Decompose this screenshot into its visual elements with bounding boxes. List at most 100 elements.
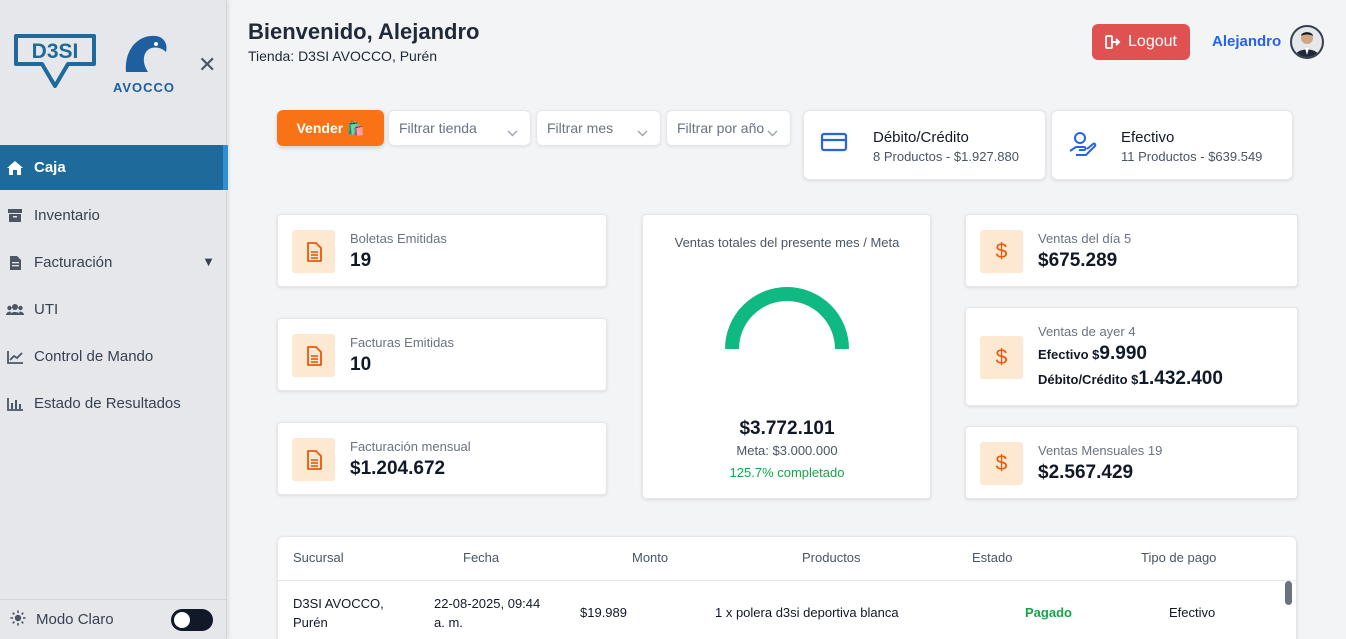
bar-chart-icon <box>6 395 24 413</box>
cell-sucursal-line2: Purén <box>293 615 328 630</box>
document-icon <box>292 334 335 377</box>
theme-mode-row: Modo Claro <box>0 599 227 639</box>
sidebar-item-label: Facturación <box>34 254 113 271</box>
logout-button[interactable]: Logout <box>1092 24 1190 60</box>
sidebar-item-control-de-mando[interactable]: Control de Mando <box>0 333 227 380</box>
cash-yesterday: Efectivo $9.990 <box>1038 343 1147 365</box>
stat-label: Facturas Emitidas <box>350 335 455 350</box>
close-icon[interactable]: ✕ <box>198 52 216 78</box>
column-header-monto[interactable]: Monto <box>632 550 668 565</box>
cash-summary: Efectivo 11 Productos - $639.549 <box>1051 110 1293 180</box>
sales-table: Sucursal Fecha Monto Productos Estado Ti… <box>277 536 1297 639</box>
document-icon <box>6 254 24 272</box>
debit-credit-summary: Débito/Crédito 8 Productos - $1.927.880 <box>803 110 1046 180</box>
cell-fecha: 22-08-2025, 09:44 a. m. <box>434 594 540 632</box>
sidebar-item-label: UTI <box>34 301 59 318</box>
dollar-symbol: $ <box>995 239 1008 263</box>
sidebar-item-inventario[interactable]: Inventario <box>0 192 227 239</box>
table-scrollbar[interactable] <box>1285 581 1292 605</box>
stat-value: 19 <box>350 250 372 271</box>
sidebar: D3SI AVOCCO ✕ Caja Inventario Facturació… <box>0 0 228 639</box>
column-header-sucursal[interactable]: Sucursal <box>293 550 344 565</box>
sidebar-item-label: Caja <box>34 159 66 176</box>
cell-estado-badge: Pagado <box>1025 605 1072 620</box>
debit-credit-title: Débito/Crédito <box>873 129 969 146</box>
chevron-down-icon <box>637 124 648 140</box>
gauge-title: Ventas totales del presente mes / Meta <box>674 235 900 250</box>
stat-label: Ventas de ayer 4 <box>1038 324 1136 339</box>
header-divider <box>278 580 1296 581</box>
logo-area: D3SI AVOCCO ✕ <box>12 30 217 100</box>
stat-value: $675.289 <box>1038 250 1118 271</box>
avatar[interactable] <box>1290 25 1324 59</box>
dollar-icon: $ <box>980 336 1023 379</box>
page-title: Bienvenido, Alejandro <box>248 19 480 44</box>
sidebar-item-label: Estado de Resultados <box>34 395 181 412</box>
ventas-mensuales-card: $ Ventas Mensuales 19 $2.567.429 <box>965 426 1298 499</box>
dollar-icon: $ <box>980 442 1023 485</box>
chevron-down-icon <box>767 124 778 140</box>
stat-value: 10 <box>350 354 372 375</box>
line-chart-icon <box>6 348 24 366</box>
ventas-dia-card: $ Ventas del día 5 $675.289 <box>965 214 1298 287</box>
stat-label: Boletas Emitidas <box>350 231 447 246</box>
caret-down-icon: ▼ <box>202 254 215 269</box>
dollar-symbol: $ <box>995 451 1008 475</box>
theme-toggle[interactable] <box>171 609 213 631</box>
gauge-arc <box>725 287 849 350</box>
sidebar-nav: Caja Inventario Facturación ▼ UTI Contro… <box>0 145 228 427</box>
credit-card-icon <box>820 131 848 158</box>
cash-yesterday-label: Efectivo $ <box>1038 347 1100 362</box>
column-header-fecha[interactable]: Fecha <box>463 550 499 565</box>
sidebar-item-label: Inventario <box>34 207 100 224</box>
card-yesterday: Débito/Crédito $1.432.400 <box>1038 368 1223 390</box>
mode-label: Modo Claro <box>36 611 114 628</box>
toggle-knob <box>174 612 190 628</box>
sidebar-item-facturacion[interactable]: Facturación ▼ <box>0 239 227 286</box>
monthly-goal-gauge-card: Ventas totales del presente mes / Meta $… <box>642 214 931 499</box>
card-yesterday-label: Débito/Crédito $ <box>1038 372 1139 387</box>
stat-label: Facturación mensual <box>350 439 471 454</box>
stat-value: $2.567.429 <box>1038 462 1134 483</box>
sign-out-icon <box>1105 35 1121 49</box>
avocco-logo: AVOCCO <box>104 30 184 100</box>
sidebar-item-label: Control de Mando <box>34 348 154 365</box>
stat-label: Ventas del día 5 <box>1038 231 1132 246</box>
cell-tipo-pago: Efectivo <box>1169 605 1216 620</box>
vender-button[interactable]: Vender 🛍️ <box>277 110 384 146</box>
avocco-logo-text: AVOCCO <box>112 80 176 95</box>
dollar-icon: $ <box>980 230 1023 273</box>
column-header-tipo-pago[interactable]: Tipo de pago <box>1141 550 1216 565</box>
ventas-ayer-card: $ Ventas de ayer 4 Efectivo $9.990 Débit… <box>965 307 1298 406</box>
d3si-logo: D3SI <box>12 30 98 95</box>
hand-money-icon <box>1068 131 1098 164</box>
gauge-total: $3.772.101 <box>739 418 835 439</box>
gauge-percent: 125.7% completado <box>729 465 845 480</box>
stat-label: Ventas Mensuales 19 <box>1038 443 1163 458</box>
filter-year-select[interactable]: Filtrar por año <box>666 110 791 146</box>
sun-icon <box>10 610 26 630</box>
cell-sucursal-line1: D3SI AVOCCO, <box>293 596 384 611</box>
sidebar-item-caja[interactable]: Caja <box>0 145 228 190</box>
stat-value: $1.204.672 <box>350 458 446 479</box>
cash-subtitle: 11 Productos - $639.549 <box>1121 149 1263 164</box>
facturacion-card: Facturación mensual $1.204.672 <box>277 422 607 495</box>
document-icon <box>292 230 335 273</box>
home-icon <box>6 159 24 177</box>
filter-store-select[interactable]: Filtrar tienda <box>388 110 531 146</box>
sidebar-item-estado-de-resultados[interactable]: Estado de Resultados <box>0 380 227 427</box>
column-header-productos[interactable]: Productos <box>802 550 861 565</box>
filter-month-placeholder: Filtrar mes <box>547 120 614 136</box>
facturas-card: Facturas Emitidas 10 <box>277 318 607 391</box>
sidebar-item-uti[interactable]: UTI <box>0 286 227 333</box>
store-label: Tienda: D3SI AVOCCO, Purén <box>248 48 438 64</box>
filter-month-select[interactable]: Filtrar mes <box>536 110 661 146</box>
column-header-estado[interactable]: Estado <box>972 550 1012 565</box>
cell-fecha-line2: a. m. <box>434 615 463 630</box>
chevron-down-icon <box>507 124 518 140</box>
dollar-symbol: $ <box>995 345 1008 369</box>
cell-sucursal: D3SI AVOCCO, Purén <box>293 594 384 632</box>
document-icon <box>292 438 335 481</box>
cash-title: Efectivo <box>1121 129 1175 146</box>
username-link[interactable]: Alejandro <box>1212 33 1281 50</box>
